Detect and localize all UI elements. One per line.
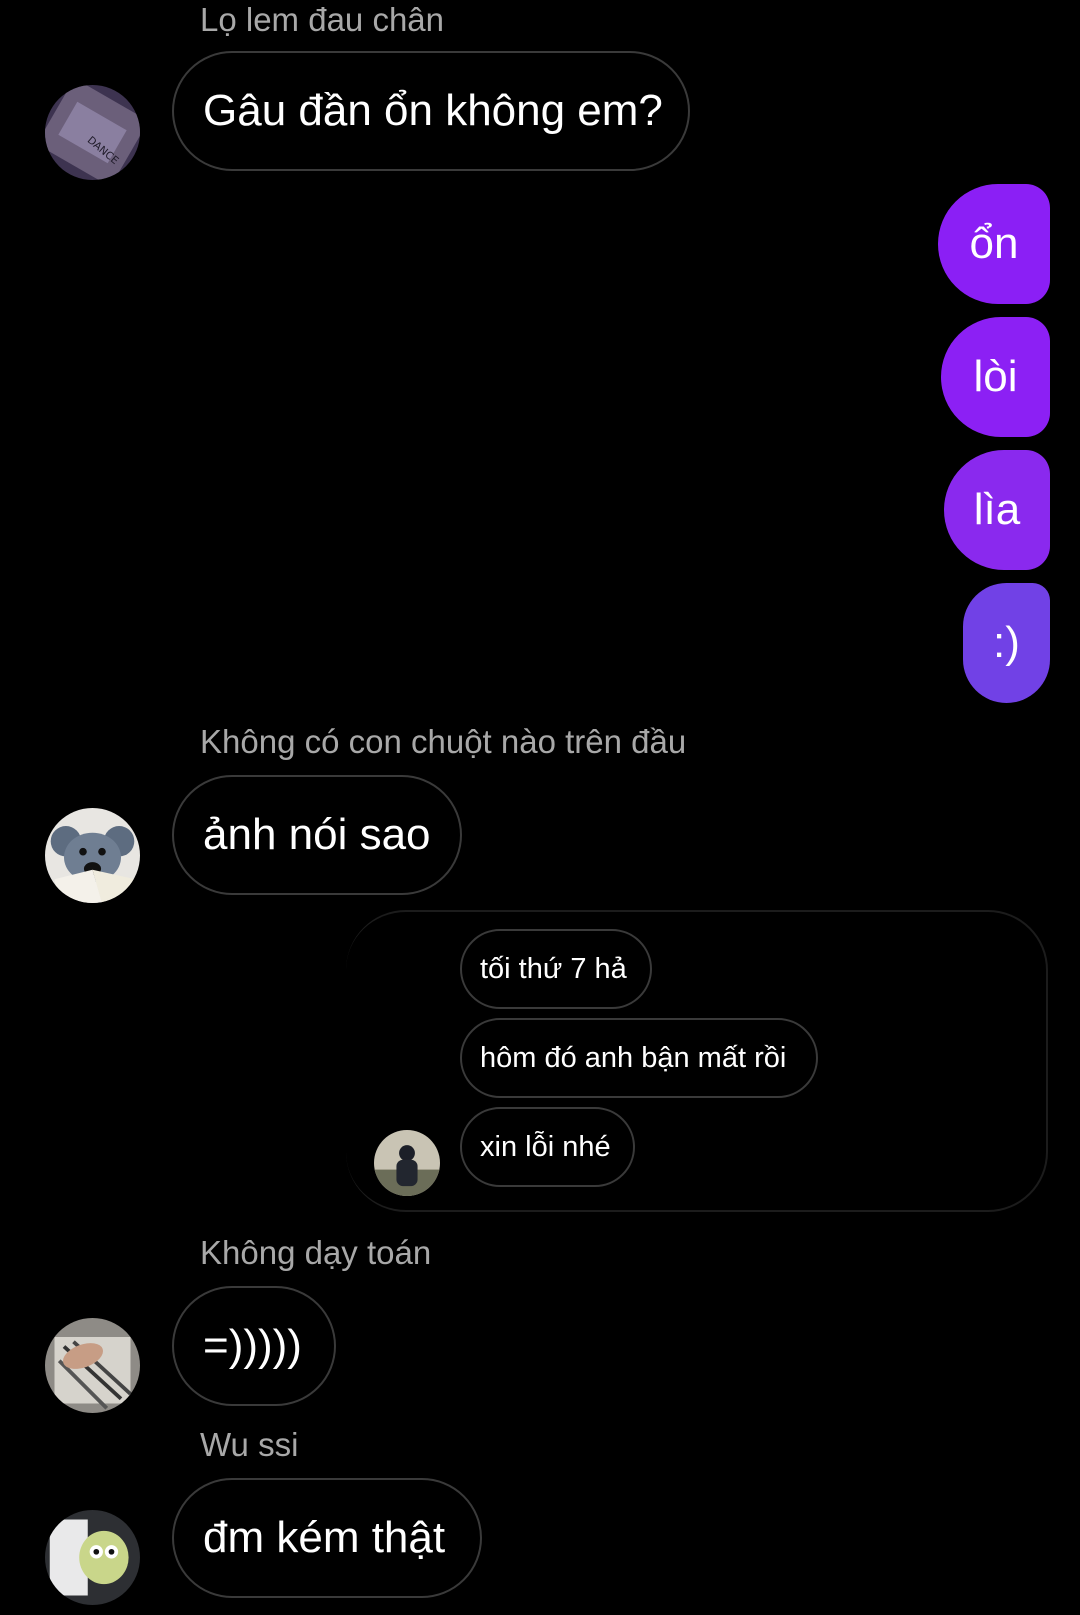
outgoing-message-bubble[interactable]: ổn	[938, 184, 1050, 304]
sender-name: Không có con chuột nào trên đầu	[200, 723, 687, 760]
message-bubble[interactable]: Gâu đần ổn không em?	[172, 51, 690, 171]
chat-screen: { "messages": { "m1": { "sender": "Lọ le…	[0, 0, 1080, 1615]
quoted-message-bubble[interactable]: hôm đó anh bận mất rồi	[460, 1018, 818, 1098]
outgoing-message-bubble[interactable]: lòi	[941, 317, 1050, 437]
quoted-message-bubble[interactable]: xin lỗi nhé	[460, 1107, 635, 1187]
message-bubble[interactable]: =)))))	[172, 1286, 336, 1406]
sender-name: Lọ lem đau chân	[200, 1, 445, 38]
sender-name: Wu ssi	[200, 1426, 299, 1463]
person-standing-avatar[interactable]	[374, 1130, 440, 1196]
rat-reading-book-avatar[interactable]	[45, 808, 140, 903]
message-bubble[interactable]: ảnh nói sao	[172, 775, 462, 895]
plush-toy-avatar[interactable]	[45, 1510, 140, 1605]
quoted-message-bubble[interactable]: tối thứ 7 hả	[460, 929, 652, 1009]
outgoing-message-bubble[interactable]: lìa	[944, 450, 1050, 570]
dance-poster-avatar[interactable]: DANCE	[45, 85, 140, 180]
outgoing-message-bubble[interactable]: :)	[963, 583, 1050, 703]
vinyl-records-avatar[interactable]	[45, 1318, 140, 1413]
message-bubble[interactable]: đm kém thật	[172, 1478, 482, 1598]
sender-name: Không dạy toán	[200, 1234, 432, 1271]
